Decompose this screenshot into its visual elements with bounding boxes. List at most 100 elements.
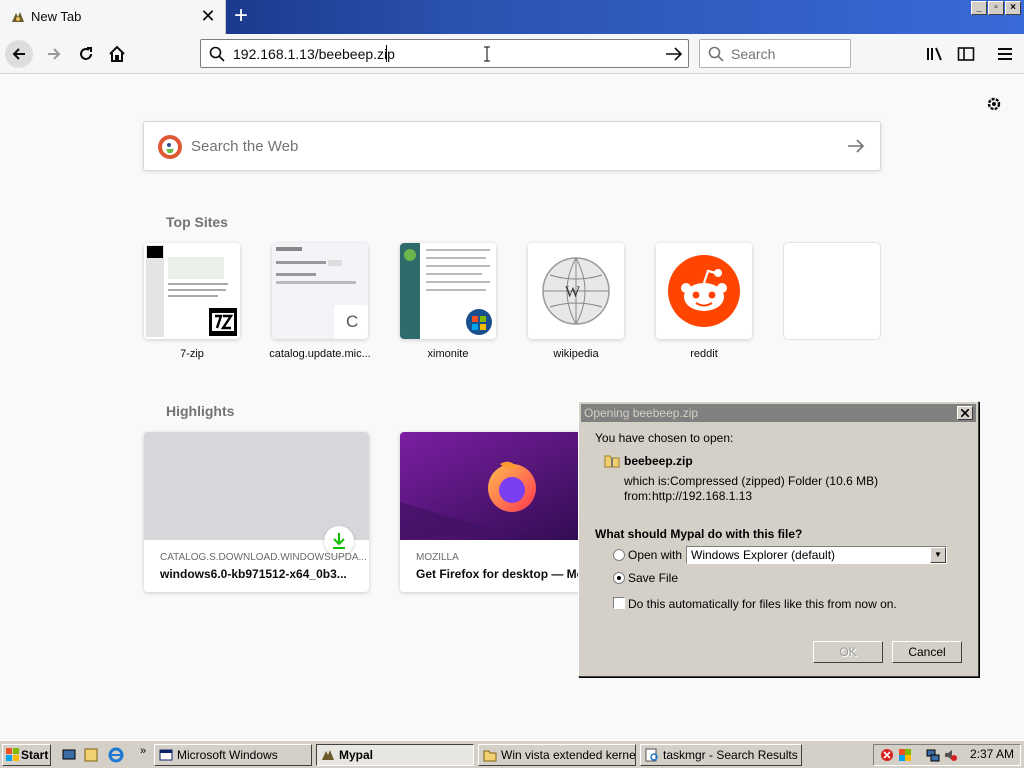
top-site-label: ximonite [427,348,469,360]
library-icon [927,47,942,61]
settings-gear-icon[interactable] [985,95,1003,113]
ibeam-cursor-icon [484,46,490,62]
home-button[interactable] [103,40,131,68]
auto-action-checkbox[interactable] [613,597,625,609]
svg-text:W: W [565,284,581,301]
ximonite-favicon [462,305,496,339]
back-button[interactable] [5,40,33,68]
forward-arrow-icon [48,48,61,60]
security-center-icon[interactable] [898,748,912,762]
network-icon[interactable] [926,748,940,762]
taskbar: Start » Microsoft Windows Mypal Win vist… [0,740,1024,768]
highlight-preview [144,432,369,540]
library-button[interactable] [921,40,949,68]
search-submit-arrow-icon[interactable] [847,138,865,154]
zip-folder-icon [604,455,620,468]
task-label: Microsoft Windows [177,748,278,762]
tab-strip: New Tab ✕ + _ ▫ × [0,0,1024,34]
cancel-button[interactable]: Cancel [892,641,962,663]
taskbar-item-microsoft-windows[interactable]: Microsoft Windows [154,744,312,766]
wikipedia-globe-icon: W [542,257,610,325]
windows-orb-icon [466,309,492,335]
auto-action-label[interactable]: Do this automatically for files like thi… [628,597,897,611]
dialog-title: Opening beebeep.zip [584,406,699,420]
top-site-7zip[interactable] [144,243,240,339]
taskbar-item-mypal[interactable]: Mypal [316,744,474,766]
task-label: Win vista extended kernel... [501,748,636,762]
top-site-ximonite[interactable] [400,243,496,339]
folder-icon [483,750,497,762]
open-with-radio[interactable] [613,549,625,561]
top-site-label: reddit [690,348,718,360]
top-site-reddit[interactable] [656,243,752,339]
taskbar-item-taskmgr-search[interactable]: taskmgr - Search Results i... [640,744,802,766]
start-button[interactable]: Start [2,744,51,766]
task-label: taskmgr - Search Results i... [663,748,802,762]
file-source-value: http://192.168.1.13 [652,489,753,503]
top-site-empty-slot[interactable] [784,243,880,339]
dialog-filename: beebeep.zip [624,454,693,468]
tab-title: New Tab [31,9,82,24]
file-type-value: Compressed (zipped) Folder (10.6 MB) [670,474,879,488]
which-is-label: which is: [624,474,671,488]
open-with-value: Windows Explorer (default) [691,548,836,562]
search-results-icon [645,748,658,762]
taskbar-item-win-vista-folder[interactable]: Win vista extended kernel... [478,744,636,766]
tab-new-tab[interactable]: New Tab ✕ [0,0,226,34]
highlight-source: CATALOG.S.DOWNLOAD.WINDOWSUPDA... [160,552,367,563]
forward-button[interactable] [40,40,68,68]
url-text: 192.168.1.13/beebeep.zip [233,46,395,62]
save-file-radio[interactable] [613,572,625,584]
quicklaunch-overflow-icon[interactable]: » [140,745,146,757]
web-search-placeholder: Search the Web [191,138,299,155]
mypal-favicon-icon [12,12,24,22]
web-search-box[interactable]: Search the Web [143,121,881,171]
search-placeholder: Search [731,46,776,62]
search-icon [209,46,225,62]
search-icon [708,46,724,62]
navigation-toolbar: 192.168.1.13/beebeep.zip Search [0,34,1024,74]
menu-button[interactable] [991,40,1019,68]
ok-button[interactable]: OK [813,641,883,663]
window-icon [159,749,173,761]
highlight-card[interactable]: CATALOG.S.DOWNLOAD.WINDOWSUPDA... window… [144,432,369,592]
open-with-label[interactable]: Open with [628,548,682,562]
dialog-question: What should Mypal do with this file? [595,527,803,541]
close-tab-icon[interactable]: ✕ [198,6,218,26]
minimize-button[interactable]: _ [971,1,987,15]
dialog-close-button[interactable] [957,406,973,420]
go-arrow-icon[interactable] [665,46,683,62]
security-alert-icon[interactable] [880,748,894,762]
duckduckgo-logo-icon [158,135,182,159]
top-site-catalog[interactable]: C [272,243,368,339]
start-label: Start [21,748,49,762]
window-close-button[interactable]: × [1005,1,1021,15]
show-desktop-icon[interactable] [62,748,76,762]
save-file-label[interactable]: Save File [628,571,678,585]
reload-button[interactable] [72,40,100,68]
top-site-label: catalog.update.mic... [269,348,371,360]
top-site-label: wikipedia [553,348,599,360]
explorer-quicklaunch-icon[interactable] [84,748,98,762]
open-with-select[interactable]: Windows Explorer (default) ▼ [686,546,947,564]
highlights-heading: Highlights [166,403,235,419]
dropdown-arrow-icon[interactable]: ▼ [930,547,946,563]
windows-flag-icon [6,748,19,761]
task-label: Mypal [339,748,374,762]
url-bar[interactable]: 192.168.1.13/beebeep.zip [200,39,689,68]
highlight-title: windows6.0-kb971512-x64_0b3... [160,567,347,581]
top-site-wikipedia[interactable]: W [528,243,624,339]
back-arrow-icon [12,48,25,60]
letter-c-icon: C [346,312,359,331]
search-bar[interactable]: Search [699,39,851,68]
new-tab-button[interactable]: + [229,3,253,29]
sidebar-button[interactable] [952,40,980,68]
volume-muted-icon[interactable] [944,748,958,762]
internet-explorer-icon[interactable] [108,747,124,763]
highlight-title: Get Firefox for desktop — Mo [416,567,585,581]
from-label: from: [624,489,652,503]
restore-button[interactable]: ▫ [988,1,1004,15]
dialog-titlebar[interactable]: Opening beebeep.zip [581,404,976,422]
home-icon [109,45,125,62]
download-icon [333,533,345,549]
